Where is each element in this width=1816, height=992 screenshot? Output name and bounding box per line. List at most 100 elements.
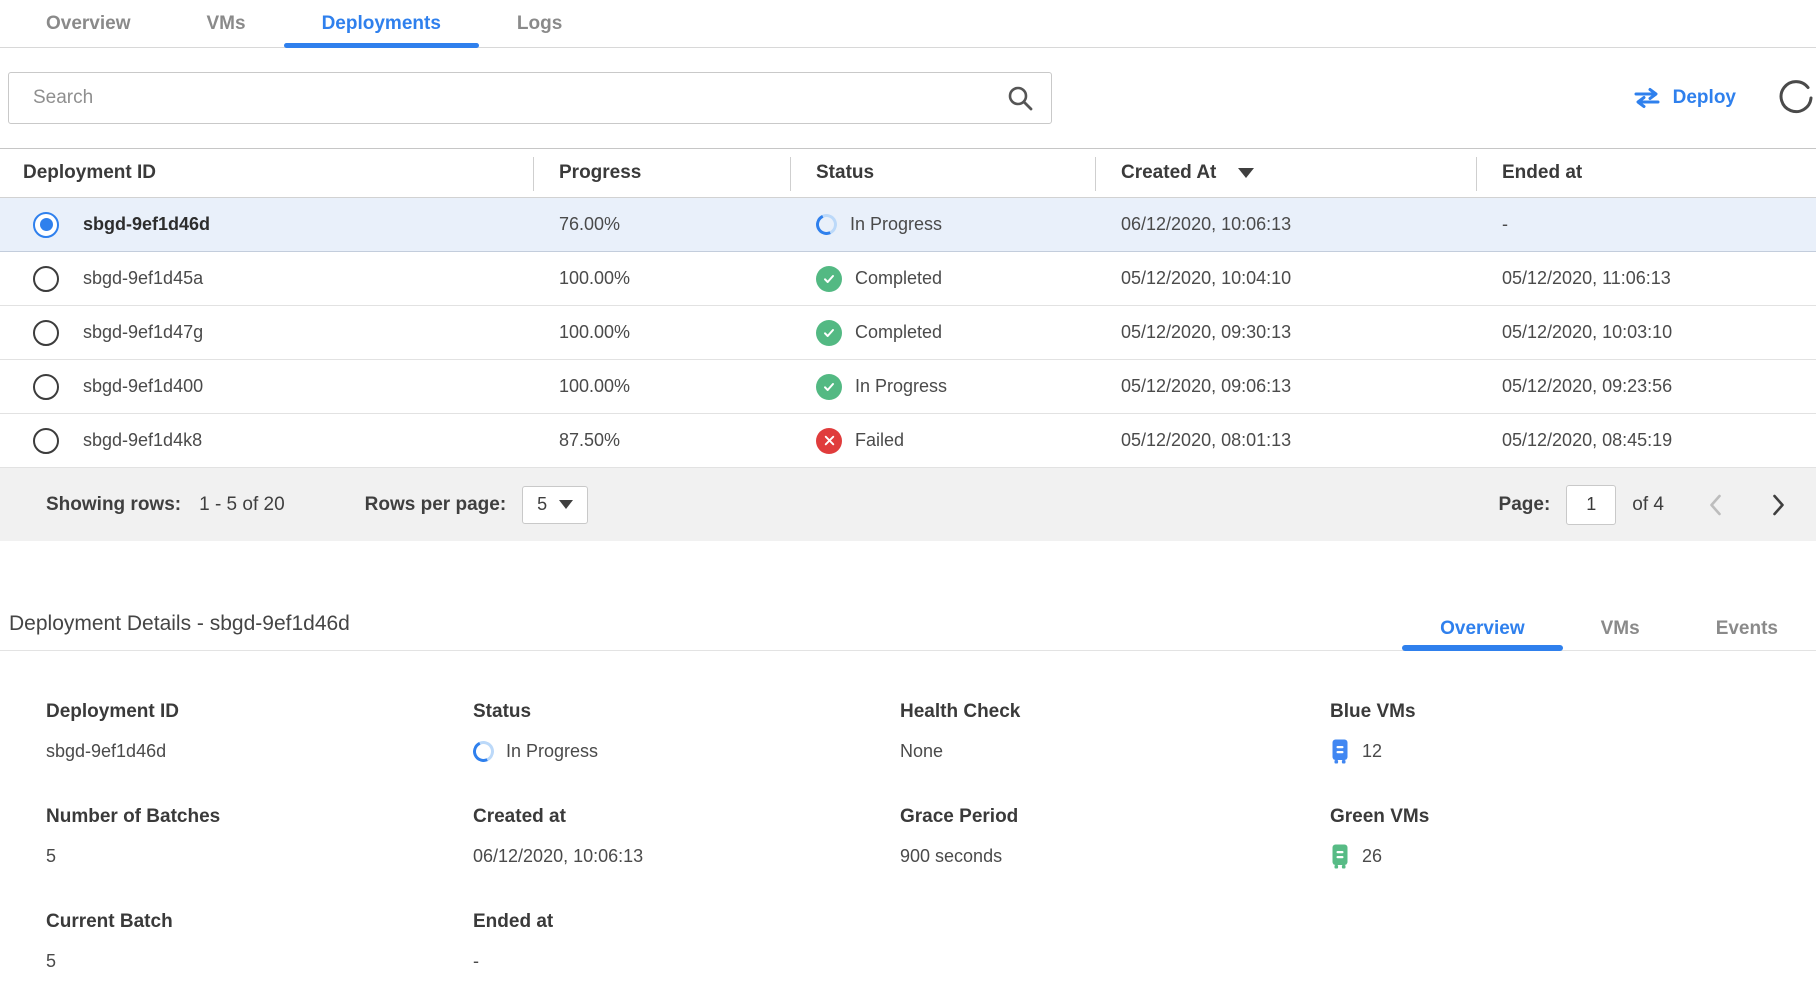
deployment-id-cell: sbgd-9ef1d47g: [83, 322, 203, 343]
created-at-cell: 06/12/2020, 10:06:13: [1095, 214, 1476, 235]
detail-field-value: 5: [46, 843, 473, 869]
deployment-id-cell: sbgd-9ef1d45a: [83, 268, 203, 289]
showing-rows-value: 1 - 5 of 20: [199, 494, 285, 516]
pagination: Page: of 4: [1499, 485, 1790, 525]
status-cell: Failed: [790, 428, 1095, 454]
ended-at-cell: 05/12/2020, 11:06:13: [1476, 268, 1816, 289]
progress-cell: 100.00%: [533, 322, 790, 343]
detail-field-text: -: [473, 951, 479, 972]
row-radio-button[interactable]: [33, 320, 59, 346]
tab-overview[interactable]: Overview: [1402, 608, 1563, 650]
detail-field-value: In Progress: [473, 738, 900, 764]
deploy-button[interactable]: Deploy: [1633, 87, 1736, 109]
table-row[interactable]: sbgd-9ef1d400 100.00% In Progress 05/12/…: [0, 360, 1816, 414]
detail-field-text: 5: [46, 951, 56, 972]
detail-field: Blue VMs 12: [1330, 701, 1816, 764]
tab-vms[interactable]: VMs: [1563, 608, 1678, 650]
next-page-button[interactable]: [1767, 488, 1790, 522]
created-at-cell: 05/12/2020, 09:30:13: [1095, 322, 1476, 343]
tab-vms[interactable]: VMs: [169, 0, 284, 47]
detail-field: Number of Batches 5: [46, 806, 473, 869]
table-header-row: Deployment ID Progress Status Created At…: [0, 148, 1816, 198]
status-label: Failed: [855, 430, 904, 451]
tab-overview[interactable]: Overview: [8, 0, 169, 47]
detail-field-text: 12: [1362, 741, 1382, 762]
detail-field-label: Status: [473, 701, 900, 723]
tab-label: Overview: [46, 13, 131, 35]
detail-field-label: Grace Period: [900, 806, 1330, 828]
detail-field-label: Number of Batches: [46, 806, 473, 828]
page-total: of 4: [1632, 494, 1664, 516]
rows-per-page-select[interactable]: 5: [522, 486, 588, 524]
failed-x-icon: [816, 428, 842, 454]
status-label: In Progress: [850, 214, 942, 235]
deploy-button-label: Deploy: [1673, 87, 1736, 109]
tab-events[interactable]: Events: [1678, 608, 1816, 650]
ended-at-cell: 05/12/2020, 08:45:19: [1476, 430, 1816, 451]
detail-field-text: sbgd-9ef1d46d: [46, 741, 166, 762]
detail-field: Status In Progress: [473, 701, 900, 764]
row-radio-button[interactable]: [33, 374, 59, 400]
deployment-details-section: Deployment Details - sbgd-9ef1d46d Overv…: [0, 608, 1816, 992]
search-icon: [1005, 84, 1035, 119]
table-body: sbgd-9ef1d46d 76.00% In Progress 06/12/2…: [0, 198, 1816, 468]
detail-field: Ended at -: [473, 911, 900, 974]
table-row[interactable]: sbgd-9ef1d46d 76.00% In Progress 06/12/2…: [0, 198, 1816, 252]
tab-deployments[interactable]: Deployments: [284, 0, 479, 47]
ended-at-cell: 05/12/2020, 09:23:56: [1476, 376, 1816, 397]
chevron-down-icon: [559, 500, 573, 509]
toolbar: Deploy: [0, 72, 1816, 124]
detail-field-value: None: [900, 738, 1330, 764]
top-tab-bar: Overview VMs Deployments Logs: [0, 0, 1816, 48]
tab-label: Deployments: [322, 13, 441, 35]
status-cell: In Progress: [790, 374, 1095, 400]
detail-field-text: None: [900, 741, 943, 762]
deployment-id-cell: sbgd-9ef1d46d: [83, 214, 210, 235]
tab-label: VMs: [207, 13, 246, 35]
showing-rows-label: Showing rows:: [46, 494, 181, 516]
status-cell: Completed: [790, 320, 1095, 346]
tab-label: Events: [1716, 618, 1778, 640]
progress-cell: 100.00%: [533, 268, 790, 289]
row-radio-button[interactable]: [33, 212, 59, 238]
deployment-id-cell: sbgd-9ef1d4k8: [83, 430, 202, 451]
search-box: [8, 72, 1052, 124]
table-row[interactable]: sbgd-9ef1d47g 100.00% Completed 05/12/20…: [0, 306, 1816, 360]
row-radio-button[interactable]: [33, 266, 59, 292]
detail-field-label: Deployment ID: [46, 701, 473, 723]
table-row[interactable]: sbgd-9ef1d4k8 87.50% Failed 05/12/2020, …: [0, 414, 1816, 468]
detail-field-label: Health Check: [900, 701, 1330, 723]
details-header: Deployment Details - sbgd-9ef1d46d Overv…: [0, 608, 1816, 651]
chevron-left-icon: [1708, 492, 1723, 518]
page-number-input[interactable]: [1566, 485, 1616, 525]
sort-desc-icon: [1238, 168, 1254, 178]
detail-field-text: 900 seconds: [900, 846, 1002, 867]
detail-field-value: 5: [46, 948, 473, 974]
completed-check-icon: [816, 266, 842, 292]
detail-field-text: 5: [46, 846, 56, 867]
column-header-progress[interactable]: Progress: [533, 149, 790, 197]
created-at-cell: 05/12/2020, 09:06:13: [1095, 376, 1476, 397]
column-header-created-at[interactable]: Created At: [1095, 149, 1476, 197]
prev-page-button[interactable]: [1704, 488, 1727, 522]
detail-field-value: 06/12/2020, 10:06:13: [473, 843, 900, 869]
column-header-status[interactable]: Status: [790, 149, 1095, 197]
detail-field: Green VMs 26: [1330, 806, 1816, 869]
search-input[interactable]: [9, 87, 1051, 109]
column-header-deployment-id[interactable]: Deployment ID: [0, 149, 533, 197]
tab-logs[interactable]: Logs: [479, 0, 600, 47]
completed-check-icon: [816, 320, 842, 346]
ended-at-cell: -: [1476, 214, 1816, 235]
tab-label: Overview: [1440, 618, 1525, 640]
refresh-icon[interactable]: [1776, 78, 1816, 118]
status-label: Completed: [855, 322, 942, 343]
table-row[interactable]: sbgd-9ef1d45a 100.00% Completed 05/12/20…: [0, 252, 1816, 306]
detail-field-label: Green VMs: [1330, 806, 1816, 828]
column-header-ended-at[interactable]: Ended at: [1476, 149, 1816, 197]
row-radio-button[interactable]: [33, 428, 59, 454]
details-tab-bar: Overview VMs Events: [1402, 608, 1816, 650]
deployments-table: Deployment ID Progress Status Created At…: [0, 148, 1816, 541]
detail-field-value: 26: [1330, 843, 1816, 869]
deployments-page: Overview VMs Deployments Logs Deploy D: [0, 0, 1816, 992]
status-label: In Progress: [855, 376, 947, 397]
